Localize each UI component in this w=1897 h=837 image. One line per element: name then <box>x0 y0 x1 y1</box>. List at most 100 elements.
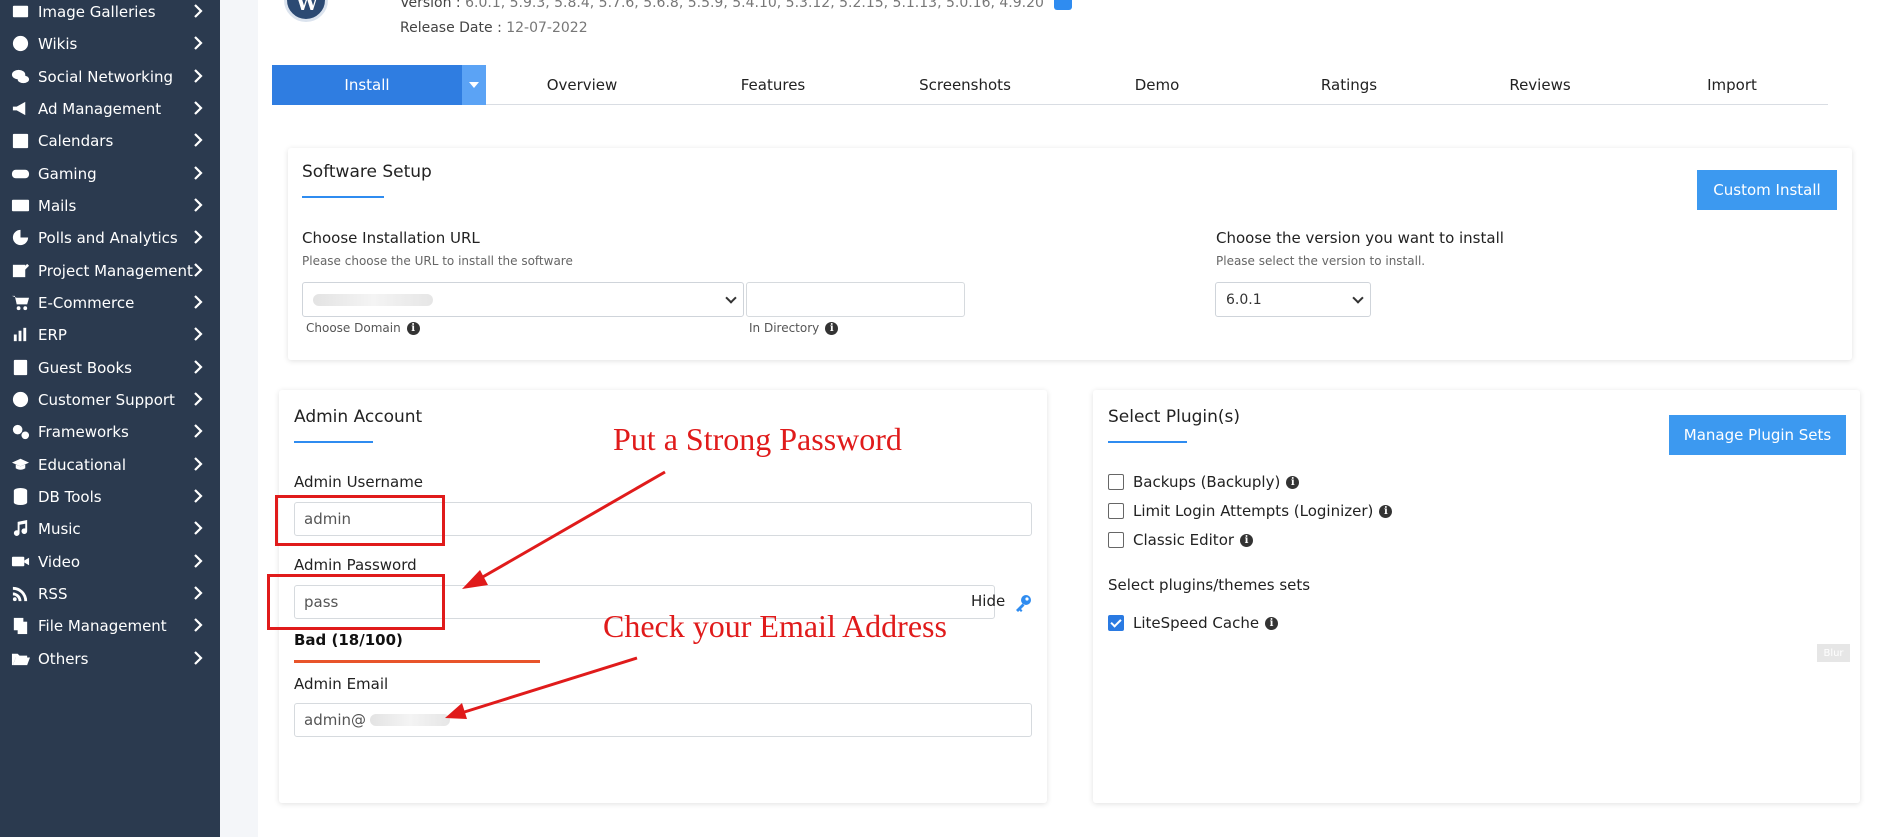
sidebar-item-label: Educational <box>38 455 127 474</box>
manage-plugin-sets-button[interactable]: Manage Plugin Sets <box>1669 415 1846 455</box>
admin-email-value: admin@ <box>304 711 366 729</box>
plugin-backuply-option[interactable]: Backups (Backuply) i <box>1108 473 1300 491</box>
release-value: 12-07-2022 <box>506 20 588 36</box>
chevron-right-icon <box>190 456 206 472</box>
music-icon <box>9 519 31 539</box>
email-annotation: Check your Email Address <box>603 608 947 644</box>
info-icon[interactable]: i <box>1379 504 1393 518</box>
chevron-right-icon <box>190 165 206 181</box>
globe-icon <box>9 34 31 54</box>
tab-overview[interactable]: Overview <box>547 65 618 105</box>
chevron-right-icon <box>190 650 206 666</box>
tab-screenshots[interactable]: Screenshots <box>919 65 1011 105</box>
chevron-right-icon <box>190 520 206 536</box>
chevron-right-icon <box>190 3 206 19</box>
release-line: Release Date : 12-07-2022 <box>400 20 588 36</box>
chevron-right-icon <box>190 359 206 375</box>
graduation-cap-icon <box>9 455 31 475</box>
calendar-icon <box>9 131 31 151</box>
sidebar-item-label: Video <box>38 552 81 571</box>
install-button[interactable]: Install <box>272 65 462 105</box>
checkbox[interactable] <box>1108 474 1124 490</box>
chevron-right-icon <box>190 391 206 407</box>
info-icon[interactable]: i <box>825 321 839 335</box>
comment-icon[interactable] <box>1054 0 1073 10</box>
choose-domain-label: Choose Domain <box>306 321 401 335</box>
tab-import[interactable]: Import <box>1707 65 1757 105</box>
plugin-label: Backups (Backuply) <box>1133 473 1281 491</box>
chevron-down-icon <box>1352 291 1364 304</box>
chevron-right-icon <box>190 262 206 278</box>
tab-features[interactable]: Features <box>741 65 806 105</box>
lifebuoy-icon <box>9 390 31 410</box>
chevron-down-icon <box>725 291 737 304</box>
sidebar-item-others[interactable]: Others <box>0 639 220 678</box>
custom-install-button[interactable]: Custom Install <box>1697 170 1837 210</box>
sidebar-item-label: Customer Support <box>38 390 175 409</box>
choose-domain-hint: Choose Domain i <box>306 321 420 335</box>
gamepad-icon <box>9 164 31 184</box>
sidebar-item-label: RSS <box>38 584 68 603</box>
key-icon[interactable] <box>1013 593 1033 613</box>
sidebar-item-label: Frameworks <box>38 422 129 441</box>
checkbox[interactable] <box>1108 503 1124 519</box>
hide-password-toggle[interactable]: Hide <box>971 592 1005 610</box>
install-dropdown-toggle[interactable] <box>462 65 486 105</box>
info-icon[interactable]: i <box>1265 616 1279 630</box>
version-label: Version : <box>400 0 461 11</box>
database-icon <box>9 487 31 507</box>
chevron-right-icon <box>190 132 206 148</box>
blurred-email-domain <box>370 714 450 726</box>
version-value: 6.0.1, 5.9.3, 5.8.4, 5.7.6, 5.6.8, 5.5.9… <box>465 0 1044 11</box>
plugin-loginizer-option[interactable]: Limit Login Attempts (Loginizer) i <box>1108 502 1393 520</box>
info-icon[interactable]: i <box>1240 533 1254 547</box>
chevron-right-icon <box>190 68 206 84</box>
version-select[interactable]: 6.0.1 <box>1215 282 1371 317</box>
tab-demo[interactable]: Demo <box>1135 65 1180 105</box>
sidebar-item-label: Mails <box>38 196 77 215</box>
plugin-classic-editor-option[interactable]: Classic Editor i <box>1108 531 1254 549</box>
release-label: Release Date : <box>400 20 502 36</box>
sidebar-item-label: Ad Management <box>38 99 162 118</box>
admin-account-title: Admin Account <box>294 407 423 427</box>
chevron-right-icon <box>190 326 206 342</box>
domain-select[interactable] <box>302 282 744 317</box>
set-litespeed-cache-option[interactable]: LiteSpeed Cache i <box>1108 614 1279 632</box>
chevron-right-icon <box>190 585 206 601</box>
tab-ratings[interactable]: Ratings <box>1321 65 1377 105</box>
blurred-domain <box>313 293 433 306</box>
admin-email-input[interactable]: admin@ <box>294 703 1032 737</box>
info-icon[interactable]: i <box>1286 475 1300 489</box>
admin-username-label: Admin Username <box>294 473 424 491</box>
sidebar-item-label: Image Galleries <box>38 2 156 21</box>
folder-open-icon <box>9 649 31 669</box>
tab-reviews[interactable]: Reviews <box>1509 65 1570 105</box>
chevron-right-icon <box>190 35 206 51</box>
chevron-right-icon <box>190 197 206 213</box>
cogs-icon <box>9 422 31 442</box>
password-annotation: Put a Strong Password <box>613 421 902 457</box>
in-directory-label: In Directory <box>749 321 820 335</box>
password-strength-text: Bad (18/100) <box>294 631 403 649</box>
bar-chart-icon <box>9 325 31 345</box>
sidebar-item-label: Social Networking <box>38 67 174 86</box>
version-choice-subtitle: Please select the version to install. <box>1216 254 1426 268</box>
in-directory-hint: In Directory i <box>749 321 839 335</box>
directory-input[interactable] <box>746 282 965 317</box>
installation-url-subtitle: Please choose the URL to install the sof… <box>302 254 573 268</box>
book-icon <box>9 358 31 378</box>
files-icon <box>9 616 31 636</box>
image-icon <box>9 2 31 22</box>
checkbox[interactable] <box>1108 532 1124 548</box>
video-icon <box>9 552 31 572</box>
sidebar-item-label: Polls and Analytics <box>38 228 178 247</box>
checkbox-checked[interactable] <box>1108 615 1124 631</box>
sidebar-item-label: ERP <box>38 325 67 344</box>
edit-icon <box>9 261 31 281</box>
envelope-icon <box>9 196 31 216</box>
sidebar-item-label: Project Management <box>38 261 193 280</box>
version-select-value: 6.0.1 <box>1226 291 1262 308</box>
info-icon[interactable]: i <box>406 321 420 335</box>
set-label: LiteSpeed Cache <box>1133 614 1260 632</box>
password-strength-bar <box>294 660 540 663</box>
